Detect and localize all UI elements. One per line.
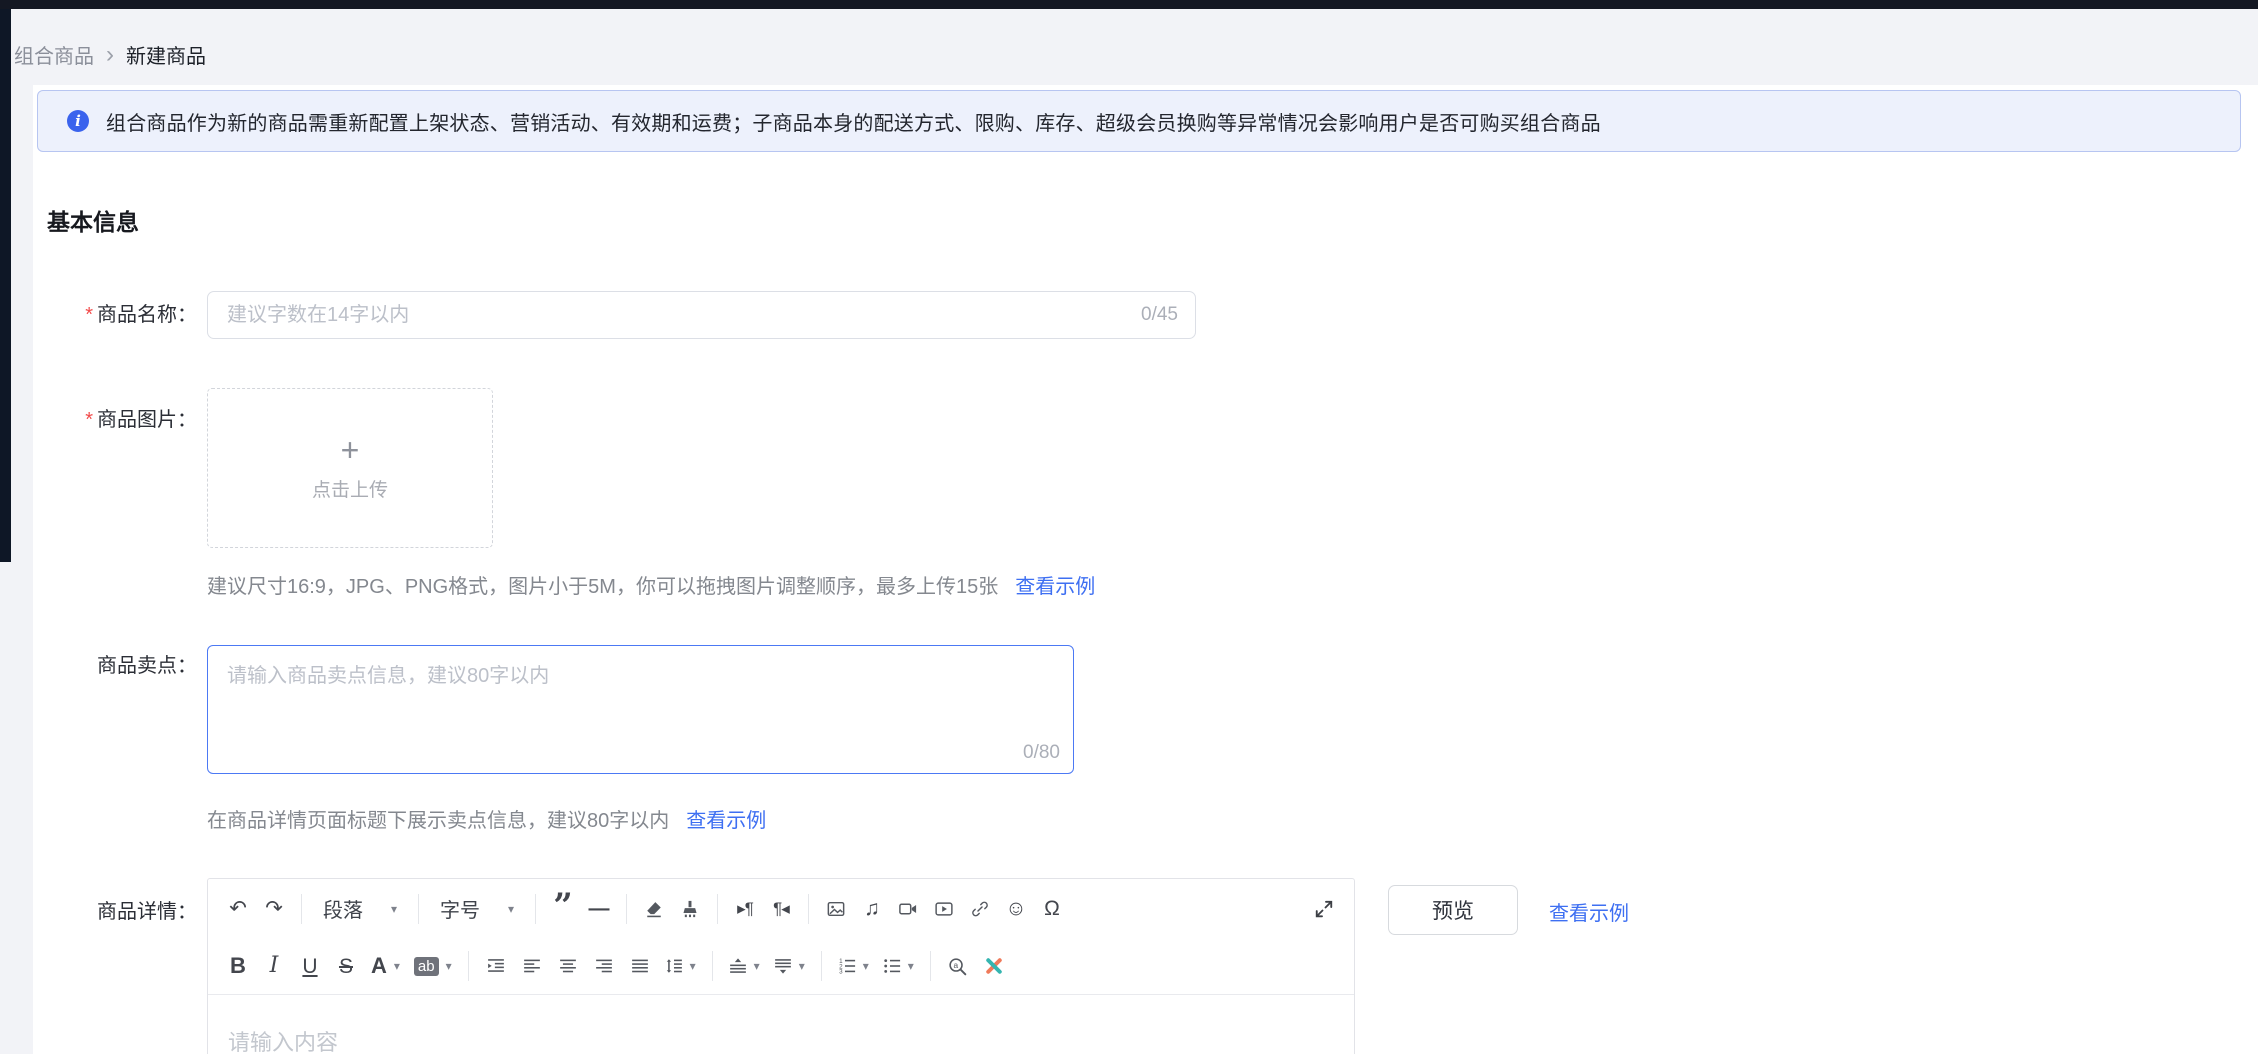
required-asterisk: * [85, 409, 93, 431]
eraser-icon[interactable] [638, 890, 670, 928]
rich-text-editor: ↶↷段落▾字号▾”—▸¶¶◂♫☺Ω BIUSA▾ab▾▾▾▾123▾▾a 请输入… [207, 878, 1355, 1054]
toolbar-divider [468, 951, 469, 981]
product-images-label: *商品图片： [33, 405, 197, 435]
toolbar-divider [418, 894, 419, 924]
chevron-down-icon: ▾ [908, 959, 914, 973]
toolbar-divider [717, 894, 718, 924]
paragraph-select[interactable]: 段落▾ [313, 890, 407, 928]
chevron-down-icon: ▾ [863, 959, 869, 973]
product-name-field: 0/45 [207, 291, 1196, 339]
insert-media-icon[interactable] [928, 890, 960, 928]
product-detail-label: 商品详情： [33, 897, 197, 927]
selling-point-char-counter: 0/80 [1023, 742, 1060, 764]
image-upload-button[interactable]: + 点击上传 [207, 388, 493, 548]
highlight-color-icon[interactable]: ab▾ [409, 947, 457, 985]
indent-icon[interactable] [480, 947, 512, 985]
align-right-icon[interactable] [588, 947, 620, 985]
toolbar-divider [626, 894, 627, 924]
toolbar-divider [301, 894, 302, 924]
section-title-basic-info: 基本信息 [47, 203, 139, 237]
breadcrumb-parent[interactable]: 组合商品 [14, 40, 94, 69]
selling-point-example-link[interactable]: 查看示例 [686, 804, 766, 833]
preview-button[interactable]: 预览 [1388, 885, 1518, 935]
window-top-bar [0, 0, 2258, 9]
info-alert-text: 组合商品作为新的商品需重新配置上架状态、营销活动、有效期和运费；子商品本身的配送… [106, 107, 1601, 136]
fullscreen-icon[interactable] [1308, 890, 1340, 928]
selling-point-hint: 在商品详情页面标题下展示卖点信息，建议80字以内 [207, 804, 669, 833]
underline-icon[interactable]: U [294, 947, 326, 985]
chevron-down-icon: ▾ [391, 902, 397, 916]
image-example-link[interactable]: 查看示例 [1015, 570, 1095, 599]
rtl-paragraph-icon[interactable]: ¶◂ [765, 890, 797, 928]
chevron-down-icon: ▾ [508, 902, 514, 916]
italic-icon[interactable]: I [258, 947, 290, 985]
breadcrumb-current: 新建商品 [126, 40, 206, 69]
editor-toolbar-row-2: BIUSA▾ab▾▾▾▾123▾▾a [208, 938, 1354, 994]
toolbar-divider [535, 894, 536, 924]
chevron-down-icon: ▾ [394, 959, 400, 973]
chevron-down-icon: ▾ [690, 959, 696, 973]
bold-icon[interactable]: B [222, 947, 254, 985]
format-brush-icon[interactable] [674, 890, 706, 928]
ltr-paragraph-icon[interactable]: ▸¶ [729, 890, 761, 928]
selling-point-label: 商品卖点： [33, 651, 197, 681]
product-name-label: *商品名称： [33, 300, 197, 330]
image-upload-hint: 建议尺寸16:9，JPG、PNG格式，图片小于5M，你可以拖拽图片调整顺序，最多… [207, 570, 998, 599]
upload-hint-text: 点击上传 [312, 475, 388, 502]
breadcrumb: 组合商品 › 新建商品 [14, 40, 206, 69]
detail-example-link[interactable]: 查看示例 [1549, 897, 1629, 926]
name-char-counter: 0/45 [1141, 304, 1178, 326]
space-after-icon[interactable]: ▾ [769, 947, 810, 985]
editor-toolbar-row-1: ↶↷ 段落▾ 字号▾ ”— ▸¶¶◂ ♫ ☺Ω [208, 879, 1354, 938]
toolbar-divider [930, 951, 931, 981]
xiumi-editor-icon[interactable] [978, 947, 1010, 985]
insert-video-icon[interactable] [892, 890, 924, 928]
chevron-down-icon: ▾ [446, 959, 452, 973]
collapsed-sidebar-edge [0, 9, 11, 562]
selling-point-hint-row: 在商品详情页面标题下展示卖点信息，建议80字以内 查看示例 [207, 804, 766, 833]
undo-icon[interactable]: ↶ [222, 890, 254, 928]
info-alert: i 组合商品作为新的商品需重新配置上架状态、营销活动、有效期和运费；子商品本身的… [37, 90, 2241, 152]
chevron-down-icon: ▾ [754, 959, 760, 973]
unordered-list-icon[interactable]: ▾ [878, 947, 919, 985]
required-asterisk: * [85, 304, 93, 326]
insert-image-icon[interactable] [820, 890, 852, 928]
plus-icon: + [341, 435, 360, 465]
toolbar-divider [712, 951, 713, 981]
align-justify-icon[interactable] [624, 947, 656, 985]
redo-icon[interactable]: ↷ [258, 890, 290, 928]
info-circle-icon: i [67, 110, 89, 132]
editor-placeholder: 请输入内容 [228, 1030, 338, 1054]
emoji-icon[interactable]: ☺ [1000, 890, 1032, 928]
insert-link-icon[interactable] [964, 890, 996, 928]
content-panel: i 组合商品作为新的商品需重新配置上架状态、营销活动、有效期和运费；子商品本身的… [33, 85, 2258, 1054]
strikethrough-icon[interactable]: S [330, 947, 362, 985]
insert-audio-icon[interactable]: ♫ [856, 890, 888, 928]
image-upload-hint-row: 建议尺寸16:9，JPG、PNG格式，图片小于5M，你可以拖拽图片调整顺序，最多… [207, 570, 1095, 599]
special-char-icon[interactable]: Ω [1036, 890, 1068, 928]
breadcrumb-separator-icon: › [106, 45, 114, 65]
toolbar-divider [821, 951, 822, 981]
font-size-select[interactable]: 字号▾ [430, 890, 524, 928]
font-color-icon[interactable]: A▾ [366, 947, 405, 985]
ordered-list-icon[interactable]: 123▾ [833, 947, 874, 985]
selling-point-field: 0/80 [207, 645, 1074, 774]
line-spacing-icon[interactable]: ▾ [660, 947, 701, 985]
horizontal-rule-icon[interactable]: — [583, 890, 615, 928]
editor-content-area[interactable]: 请输入内容 [208, 994, 1354, 1054]
selling-point-textarea[interactable] [208, 646, 1073, 773]
align-left-icon[interactable] [516, 947, 548, 985]
product-name-input[interactable] [208, 292, 1195, 338]
svg-text:3: 3 [839, 969, 843, 975]
align-center-icon[interactable] [552, 947, 584, 985]
chevron-down-icon: ▾ [799, 959, 805, 973]
toolbar-divider [808, 894, 809, 924]
find-replace-icon[interactable]: a [942, 947, 974, 985]
space-before-icon[interactable]: ▾ [724, 947, 765, 985]
svg-text:a: a [954, 960, 959, 970]
blockquote-icon[interactable]: ” [547, 890, 579, 928]
